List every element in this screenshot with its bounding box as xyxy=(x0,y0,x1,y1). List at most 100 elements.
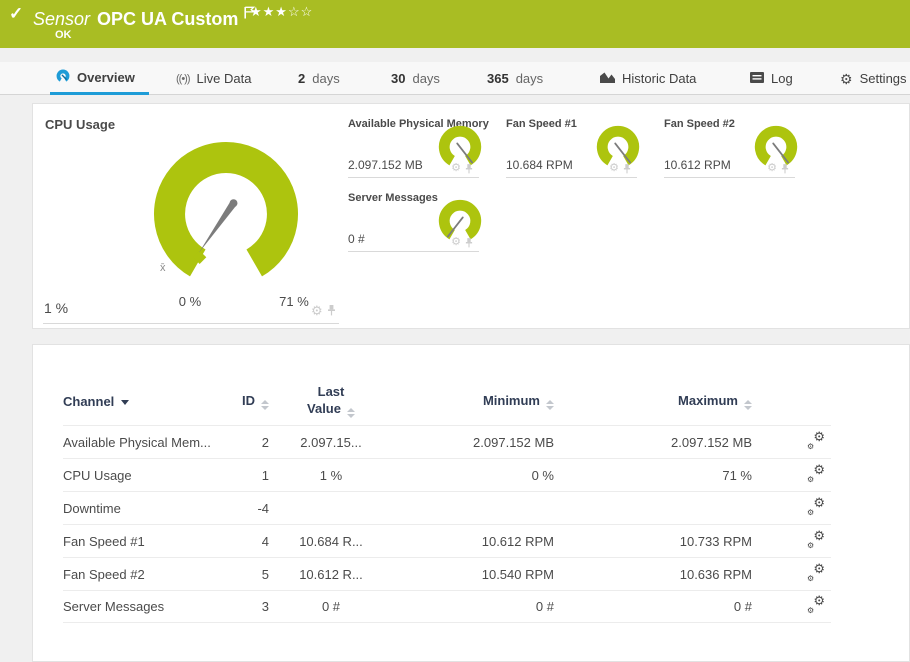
status-ok-check-icon: ✓ xyxy=(9,4,24,23)
tab-number: 365 xyxy=(487,71,509,86)
channel-last-value: 2.097.15... xyxy=(300,434,362,450)
channel-minimum: 10.612 RPM xyxy=(481,533,554,549)
sensor-status-header: ✓ Sensor OPC UA Custom ★★★☆☆ OK xyxy=(0,0,910,48)
channel-minimum: 0 % xyxy=(531,467,554,483)
channels-table-panel: Channel ID Last Value Minimum Maximum Ava… xyxy=(32,344,910,662)
mini-panel-tools: ⚙ xyxy=(767,163,789,174)
table-row: Server Messages 3 0 # 0 # 0 # ⚙ ⚙ xyxy=(63,590,831,623)
channel-name: Downtime xyxy=(63,500,121,516)
column-header-label: Channel xyxy=(63,393,115,409)
page-title: OPC UA Custom xyxy=(97,9,239,29)
tab-historic-data[interactable]: Historic Data xyxy=(600,62,696,95)
log-icon xyxy=(750,71,764,86)
channel-settings-icon[interactable]: ⚙ ⚙ xyxy=(807,562,825,583)
column-header-label: ID xyxy=(242,392,255,408)
channel-name: CPU Usage xyxy=(63,467,132,483)
tab-30-days[interactable]: 30 days xyxy=(391,62,440,95)
channel-minimum: 2.097.152 MB xyxy=(473,434,554,450)
table-row: Fan Speed #1 4 10.684 R... 10.612 RPM 10… xyxy=(63,524,831,557)
table-row: Available Physical Mem... 2 2.097.15... … xyxy=(63,425,831,458)
mini-panel-tools: ⚙ xyxy=(451,237,473,248)
column-header-last-value[interactable]: Last Value xyxy=(281,384,381,418)
pin-icon[interactable] xyxy=(623,163,631,174)
tab-unit: days xyxy=(515,71,544,86)
column-header-label: Value xyxy=(307,400,341,416)
channel-minimum: 0 # xyxy=(535,599,554,614)
channel-last-value: 1 % xyxy=(319,467,343,483)
channel-id: 3 xyxy=(261,599,269,614)
mini-gauge-value: 2.097.152 MB xyxy=(348,158,423,172)
tab-number: 30 xyxy=(391,71,406,86)
priority-stars[interactable]: ★★★☆☆ xyxy=(250,4,313,20)
sensor-title-line: Sensor OPC UA Custom xyxy=(33,3,256,30)
gear-icon[interactable]: ⚙ xyxy=(609,163,619,174)
channel-settings-icon[interactable]: ⚙ ⚙ xyxy=(807,594,825,615)
channel-id: -4 xyxy=(257,500,269,516)
table-header-row: Channel ID Last Value Minimum Maximum xyxy=(63,377,831,425)
tab-label: Log xyxy=(771,71,793,86)
column-header-channel[interactable]: Channel xyxy=(63,394,231,409)
gear-icon[interactable]: ⚙ xyxy=(311,304,323,317)
tab-label: Overview xyxy=(77,69,135,85)
gauges-panel: CPU Usage x̄ 0 % 71 % 1 % ⚙ Available Ph… xyxy=(32,103,910,329)
channel-settings-icon[interactable]: ⚙ ⚙ xyxy=(807,463,825,484)
channel-last-value: 0 # xyxy=(321,599,341,614)
stars-filled: ★★★ xyxy=(250,4,288,19)
channel-minimum: 10.540 RPM xyxy=(481,566,554,582)
sensor-tab-bar: Overview ((•)) Live Data 2 days 30 days … xyxy=(0,62,910,95)
tab-log[interactable]: Log xyxy=(750,62,793,95)
divider xyxy=(43,323,339,324)
channel-name: Server Messages xyxy=(63,599,165,614)
object-kind-label: Sensor xyxy=(33,9,91,29)
column-header-id[interactable]: ID xyxy=(231,393,269,410)
mini-gauge-title: Fan Speed #1 xyxy=(506,118,577,130)
gear-icon[interactable]: ⚙ xyxy=(767,163,777,174)
channel-id: 1 xyxy=(261,467,269,483)
channel-name: Fan Speed #2 xyxy=(63,566,145,582)
channel-maximum: 0 # xyxy=(733,599,752,614)
column-header-label: Maximum xyxy=(678,392,738,408)
pin-icon[interactable] xyxy=(327,305,336,316)
gear-icon: ⚙ xyxy=(840,70,853,87)
tab-unit: days xyxy=(312,71,340,86)
channel-settings-icon[interactable]: ⚙ ⚙ xyxy=(807,496,825,517)
pin-icon[interactable] xyxy=(781,163,789,174)
tab-live-data[interactable]: ((•)) Live Data xyxy=(176,62,251,95)
tab-label: Live Data xyxy=(196,71,252,86)
status-badge: OK xyxy=(55,29,72,41)
channel-settings-icon[interactable]: ⚙ ⚙ xyxy=(807,430,825,451)
channel-last-value: 10.684 R... xyxy=(299,533,363,549)
primary-gauge-title: CPU Usage xyxy=(45,117,116,132)
sort-arrows-icon xyxy=(546,399,554,410)
channel-last-value: 10.612 R... xyxy=(299,566,363,582)
channel-name: Fan Speed #1 xyxy=(63,533,145,549)
channel-settings-icon[interactable]: ⚙ ⚙ xyxy=(807,529,825,550)
sort-arrows-icon xyxy=(744,399,752,410)
sort-caret-down-icon xyxy=(121,399,130,405)
cpu-usage-gauge xyxy=(154,142,298,277)
cpu-current-value: 1 % xyxy=(44,300,69,316)
tab-settings[interactable]: ⚙ Settings xyxy=(840,62,907,95)
column-header-minimum[interactable]: Minimum xyxy=(381,393,554,410)
pin-icon[interactable] xyxy=(465,163,473,174)
tab-number: 2 xyxy=(298,71,306,86)
mini-gauge-value: 0 # xyxy=(348,232,365,246)
sort-arrows-icon xyxy=(261,399,269,410)
table-row: CPU Usage 1 1 % 0 % 71 % ⚙ ⚙ xyxy=(63,458,831,491)
mini-panel-tools: ⚙ xyxy=(609,163,631,174)
tab-365-days[interactable]: 365 days xyxy=(487,62,543,95)
channel-maximum: 2.097.152 MB xyxy=(671,434,752,450)
column-header-maximum[interactable]: Maximum xyxy=(554,393,752,410)
gauge-average-marker: x̄ xyxy=(160,262,166,274)
mini-gauge-title: Server Messages xyxy=(348,192,438,204)
table-row: Fan Speed #2 5 10.612 R... 10.540 RPM 10… xyxy=(63,557,831,590)
tab-2-days[interactable]: 2 days xyxy=(298,62,340,95)
gear-icon[interactable]: ⚙ xyxy=(451,163,461,174)
channel-id: 2 xyxy=(261,434,269,450)
mini-gauge-fan-speed-2: Fan Speed #2 10.612 RPM ⚙ xyxy=(664,114,798,178)
tab-overview[interactable]: Overview xyxy=(50,62,149,95)
gear-icon[interactable]: ⚙ xyxy=(451,237,461,248)
pin-icon[interactable] xyxy=(465,237,473,248)
cpu-panel-tools: ⚙ xyxy=(311,304,336,317)
mini-gauge-value: 10.684 RPM xyxy=(506,158,573,172)
